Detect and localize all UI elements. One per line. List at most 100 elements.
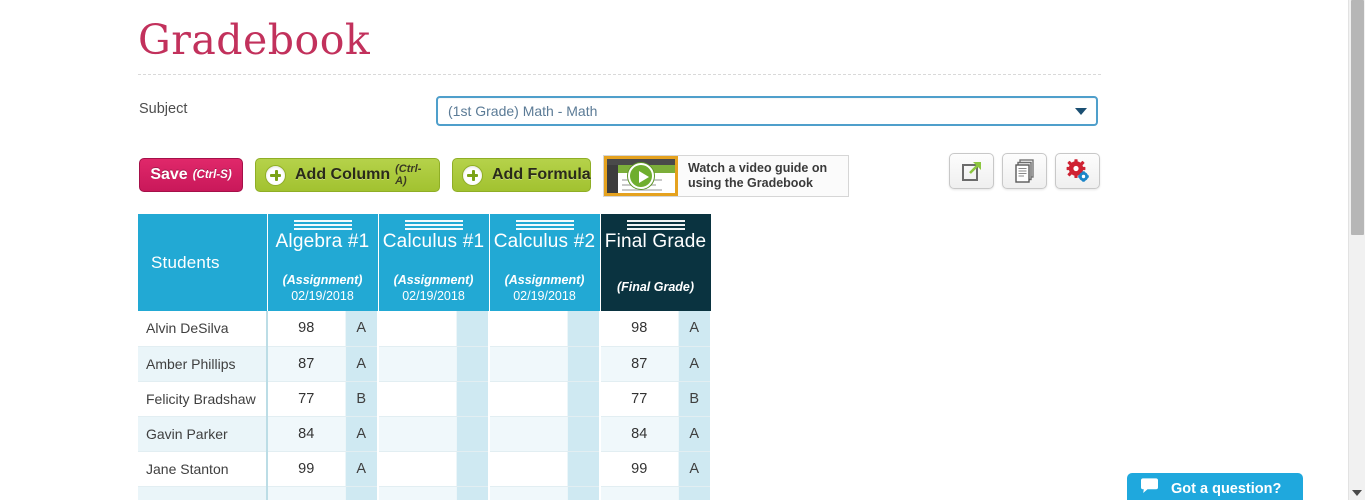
column-header-date: 02/19/2018 [291, 289, 354, 303]
grade-cell [456, 381, 490, 417]
grade-cell [567, 416, 601, 452]
grade-cell [567, 346, 601, 382]
score-cell[interactable] [489, 486, 568, 500]
title-divider [138, 74, 1101, 75]
student-name: Jane Stanton [138, 451, 268, 487]
add-column-button-label: Add Column [295, 166, 391, 183]
column-header-type: (Assignment) [393, 273, 474, 287]
grade-cell [567, 381, 601, 417]
final-score-cell [600, 486, 679, 500]
score-cell[interactable]: 99 [267, 451, 346, 487]
video-guide-link[interactable]: Watch a video guide on using the Gradebo… [603, 155, 849, 197]
column-header-date: 02/19/2018 [513, 289, 576, 303]
column-header-type: (Assignment) [504, 273, 585, 287]
column-header-label: Students [151, 252, 220, 272]
subject-label: Subject [139, 101, 188, 117]
score-cell[interactable] [378, 451, 457, 487]
chat-widget[interactable]: Got a question? [1127, 473, 1303, 500]
settings-button[interactable] [1055, 153, 1100, 189]
final-score-cell: 84 [600, 416, 679, 452]
column-header-final-grade[interactable]: Final Grade (Final Grade) [600, 214, 712, 311]
video-guide-text: Watch a video guide on using the Gradebo… [688, 161, 828, 190]
score-cell[interactable] [378, 416, 457, 452]
score-cell[interactable] [489, 381, 568, 417]
column-header-type: (Assignment) [282, 273, 363, 287]
table-row: Alvin DeSilva 98 A 98 A [138, 311, 712, 347]
table-row: Gavin Parker 84 A 84 A [138, 416, 712, 452]
column-header-calculus-2[interactable]: Calculus #2 (Assignment) 02/19/2018 [489, 214, 601, 311]
copy-documents-icon [1014, 159, 1034, 183]
column-drag-handle-icon[interactable] [515, 220, 574, 230]
scrollbar-thumb[interactable] [1351, 0, 1364, 235]
gradebook-page: Gradebook Subject (1st Grade) Math - Mat… [0, 0, 1365, 500]
column-drag-handle-icon[interactable] [404, 220, 463, 230]
page-title: Gradebook [138, 16, 371, 64]
score-cell[interactable]: 84 [267, 416, 346, 452]
chat-bubble-icon [1140, 478, 1159, 499]
score-cell[interactable]: 98 [267, 311, 346, 347]
final-score-cell: 98 [600, 311, 679, 347]
final-grade-cell: A [678, 451, 712, 487]
column-header-label: Algebra #1 [275, 231, 370, 252]
column-header-label: Calculus #2 [493, 231, 596, 252]
column-drag-handle-icon[interactable] [626, 220, 685, 230]
score-cell[interactable]: 77 [267, 381, 346, 417]
grade-cell [456, 416, 490, 452]
grade-cell [567, 311, 601, 347]
column-header-calculus-1[interactable]: Calculus #1 (Assignment) 02/19/2018 [378, 214, 490, 311]
column-header-students[interactable]: Students [138, 214, 268, 311]
final-score-cell: 77 [600, 381, 679, 417]
student-name: Alvin DeSilva [138, 311, 268, 347]
score-cell[interactable] [378, 346, 457, 382]
student-name: Felicity Bradshaw [138, 381, 268, 417]
score-cell[interactable] [378, 381, 457, 417]
score-cell[interactable] [267, 486, 346, 500]
copy-button[interactable] [1002, 153, 1047, 189]
score-cell[interactable] [489, 416, 568, 452]
score-cell[interactable] [489, 451, 568, 487]
add-formula-button[interactable]: Add Formula [452, 158, 591, 192]
vertical-scrollbar[interactable] [1348, 0, 1365, 500]
grade-cell [456, 451, 490, 487]
add-column-button-shortcut: (Ctrl-A) [395, 163, 422, 187]
save-button[interactable]: Save (Ctrl-S) [139, 158, 243, 192]
table-row [138, 486, 712, 500]
column-header-date: 02/19/2018 [402, 289, 465, 303]
student-name [138, 486, 268, 500]
grade-cell [456, 346, 490, 382]
export-button[interactable] [949, 153, 994, 189]
grade-cell [456, 486, 490, 500]
grade-cell [567, 486, 601, 500]
score-cell[interactable]: 87 [267, 346, 346, 382]
table-row: Felicity Bradshaw 77 B 77 B [138, 381, 712, 417]
grade-cell [567, 451, 601, 487]
settings-gear-icon [1066, 159, 1089, 182]
column-header-algebra-1[interactable]: Algebra #1 (Assignment) 02/19/2018 [267, 214, 379, 311]
scroll-down-arrow-icon[interactable] [1352, 490, 1362, 496]
score-cell[interactable] [378, 486, 457, 500]
subject-select[interactable]: (1st Grade) Math - Math [436, 96, 1098, 126]
plus-circle-icon [462, 164, 483, 186]
score-cell[interactable] [489, 346, 568, 382]
chevron-down-icon [1075, 108, 1087, 115]
column-drag-handle-icon[interactable] [293, 220, 352, 230]
table-row: Amber Phillips 87 A 87 A [138, 346, 712, 382]
table-header-row: Students Algebra #1 (Assignment) 02/19/2… [138, 214, 712, 311]
grade-cell [456, 311, 490, 347]
grade-cell: A [345, 416, 379, 452]
score-cell[interactable] [378, 311, 457, 347]
final-score-cell: 99 [600, 451, 679, 487]
final-score-cell: 87 [600, 346, 679, 382]
student-name: Gavin Parker [138, 416, 268, 452]
grade-cell: B [345, 381, 379, 417]
add-column-button[interactable]: Add Column (Ctrl-A) [255, 158, 440, 192]
video-thumbnail [604, 156, 678, 196]
save-button-shortcut: (Ctrl-S) [192, 169, 232, 181]
student-name: Amber Phillips [138, 346, 268, 382]
final-grade-cell: A [678, 346, 712, 382]
column-header-label: Final Grade [604, 231, 707, 252]
final-grade-cell: A [678, 311, 712, 347]
table-row: Jane Stanton 99 A 99 A [138, 451, 712, 487]
score-cell[interactable] [489, 311, 568, 347]
save-button-label: Save [150, 166, 188, 183]
